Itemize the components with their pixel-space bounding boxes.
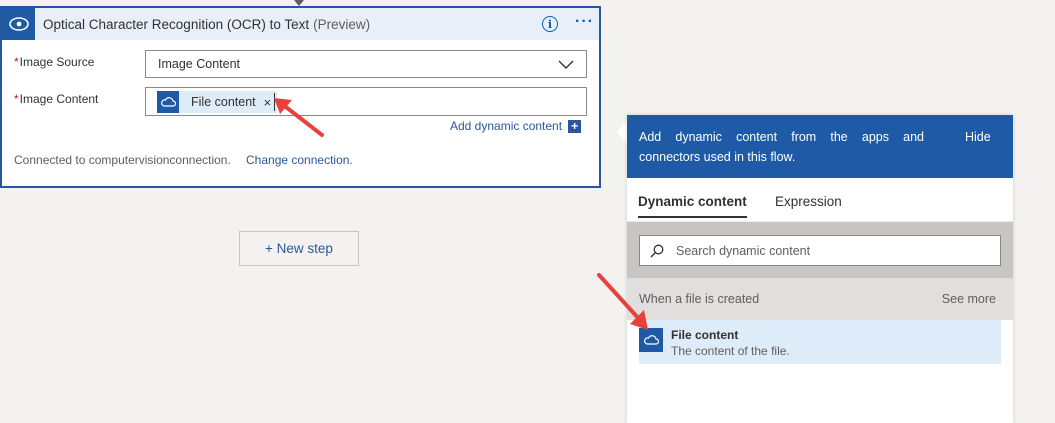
connection-status: Connected to computervisionconnection. <box>14 153 231 167</box>
required-mark: * <box>14 55 19 69</box>
item-title: File content <box>671 328 739 342</box>
ellipsis-icon[interactable]: ··· <box>575 13 594 31</box>
plus-icon: + <box>568 119 582 133</box>
annotation-arrow-icon <box>597 273 648 330</box>
onedrive-cloud-icon <box>157 91 179 113</box>
panel-pointer <box>617 120 627 144</box>
hide-button[interactable]: Hide <box>965 127 991 147</box>
chevron-down-icon <box>558 60 574 69</box>
card-title-preview: (Preview) <box>313 16 371 32</box>
change-connection-link[interactable]: Change connection. <box>246 153 353 167</box>
image-source-select[interactable]: Image Content <box>145 50 587 78</box>
card-title: Optical Character Recognition (OCR) to T… <box>43 17 370 32</box>
tab-expression[interactable]: Expression <box>775 194 842 209</box>
section-header: When a file is created See more <box>627 278 1013 320</box>
new-step-button[interactable]: + New step <box>239 231 359 266</box>
add-dynamic-content-link[interactable]: Add dynamic content + <box>450 119 582 133</box>
token-label: File content <box>191 95 256 109</box>
annotation-arrow-icon <box>274 98 324 137</box>
see-more-link[interactable]: See more <box>942 292 996 306</box>
card-title-text: Optical Character Recognition (OCR) to T… <box>43 16 310 32</box>
required-mark: * <box>14 92 19 106</box>
panel-description-line2: connectors used in this flow. <box>639 150 796 164</box>
panel-header: Add dynamic content from the apps and co… <box>627 115 1013 178</box>
image-source-label-text: Image Source <box>19 55 95 69</box>
panel-description-line1: Add dynamic content from the apps and <box>639 130 924 144</box>
search-icon <box>650 244 664 257</box>
tab-dynamic-content[interactable]: Dynamic content <box>638 194 747 218</box>
dynamic-content-panel: Add dynamic content from the apps and co… <box>627 115 1013 423</box>
panel-tabs: Dynamic content Expression <box>627 178 1013 222</box>
image-content-label-text: Image Content <box>19 92 99 106</box>
add-dynamic-content-text: Add dynamic content <box>450 119 563 133</box>
image-source-label: *Image Source <box>14 55 94 69</box>
image-content-input[interactable]: File content × <box>145 87 587 116</box>
search-area <box>627 222 1013 278</box>
search-input[interactable] <box>676 243 976 258</box>
file-content-token[interactable]: File content × <box>157 91 278 113</box>
eye-icon <box>2 8 35 40</box>
card-header[interactable]: Optical Character Recognition (OCR) to T… <box>2 8 599 40</box>
search-box[interactable] <box>639 235 1001 266</box>
section-title: When a file is created <box>639 292 760 306</box>
info-icon[interactable]: i <box>542 16 558 32</box>
item-description: The content of the file. <box>671 344 790 358</box>
image-source-value: Image Content <box>158 57 240 71</box>
image-content-label: *Image Content <box>14 92 98 106</box>
list-item-file-content[interactable]: File content The content of the file. <box>639 320 1001 364</box>
